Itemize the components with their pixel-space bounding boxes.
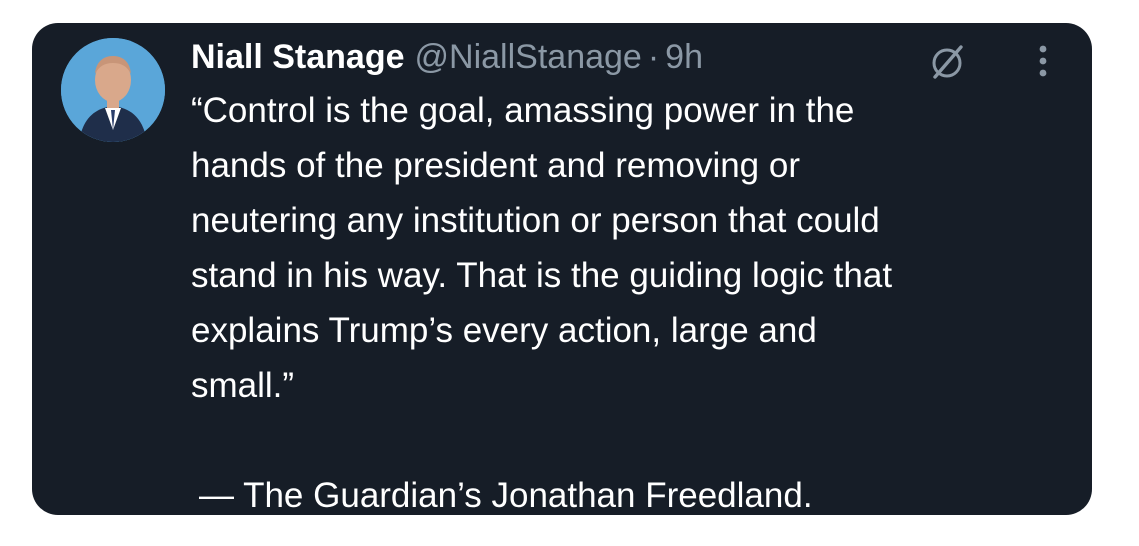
author-name[interactable]: Niall Stanage xyxy=(191,35,405,79)
tweet-text: “Control is the goal, amassing power in … xyxy=(191,91,893,405)
grok-icon[interactable] xyxy=(927,41,967,81)
tweet-body: “Control is the goal, amassing power in … xyxy=(191,83,1071,515)
tweet-attribution: — The Guardian’s Jonathan Freedland. xyxy=(199,476,813,515)
avatar-image xyxy=(61,38,165,142)
tweet-header: Niall Stanage @NiallStanage · 9h xyxy=(191,35,703,79)
tweet-card[interactable]: Niall Stanage @NiallStanage · 9h “Contro… xyxy=(32,23,1092,515)
separator-dot: · xyxy=(647,38,660,76)
tweet-timestamp[interactable]: 9h xyxy=(665,35,703,79)
more-icon[interactable] xyxy=(1028,39,1058,83)
author-handle[interactable]: @NiallStanage xyxy=(415,35,642,79)
avatar[interactable] xyxy=(61,38,165,142)
